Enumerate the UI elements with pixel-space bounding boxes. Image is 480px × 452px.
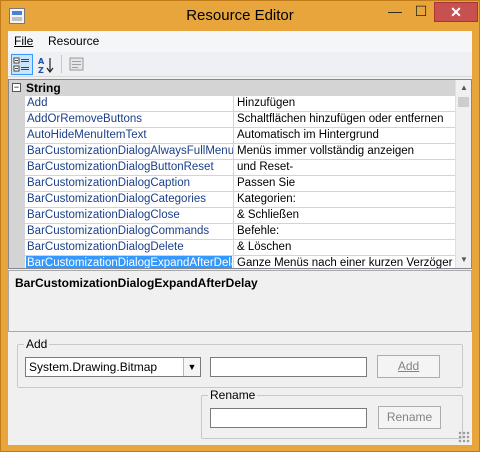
grid-row[interactable]: AutoHideMenuItemText Automatisch im Hint… [9, 128, 455, 144]
add-button-label: Add [397, 359, 420, 373]
column-divider [233, 192, 234, 208]
property-pages-icon [69, 57, 84, 71]
svg-text:Z: Z [38, 66, 44, 74]
dropdown-arrow-icon[interactable]: ▼ [183, 358, 200, 376]
property-value[interactable]: Schaltflächen hinzufügen oder entfernen [237, 113, 453, 125]
property-value[interactable]: und Reset- [237, 161, 453, 173]
grid-row[interactable]: AddOrRemoveButtons Schaltflächen hinzufü… [9, 112, 455, 128]
close-button[interactable]: ✕ [434, 2, 478, 22]
property-value[interactable]: & Löschen [237, 241, 453, 253]
column-divider [233, 160, 234, 176]
row-gutter [9, 240, 25, 256]
property-name: Add [27, 97, 48, 109]
rename-group-label: Rename [208, 388, 258, 402]
property-grid[interactable]: − String Add Hinzufügen AddOrRemoveButto… [8, 79, 472, 269]
column-divider [233, 128, 234, 144]
description-title: BarCustomizationDialogExpandAfterDelay [15, 276, 258, 290]
property-value[interactable]: Ganze Menüs nach einer kurzen Verzögerun… [237, 257, 453, 268]
add-button[interactable]: Add [377, 355, 440, 378]
grid-row-selected[interactable]: BarCustomizationDialogExpandAfterDela Ga… [9, 256, 455, 269]
grid-row[interactable]: BarCustomizationDialogButtonReset und Re… [9, 160, 455, 176]
category-row[interactable]: − String [9, 80, 455, 96]
row-gutter [9, 128, 25, 144]
row-gutter [9, 208, 25, 224]
column-divider [233, 256, 234, 268]
row-gutter [9, 224, 25, 240]
property-name: AutoHideMenuItemText [27, 129, 147, 141]
scroll-thumb[interactable] [458, 97, 469, 107]
collapse-icon[interactable]: − [12, 83, 21, 92]
column-divider [233, 176, 234, 192]
property-value[interactable]: Kategorien: [237, 193, 453, 205]
add-group-label: Add [24, 337, 50, 351]
column-divider [233, 144, 234, 160]
rename-groupbox: Rename Rename [201, 388, 463, 439]
grid-row[interactable]: BarCustomizationDialogCaption Passen Sie [9, 176, 455, 192]
column-divider [233, 96, 234, 112]
scroll-down-icon[interactable]: ▼ [456, 252, 471, 268]
categorized-view-button[interactable] [11, 54, 33, 75]
maximize-button[interactable]: ☐ [408, 2, 434, 22]
property-name: BarCustomizationDialogCommands [27, 225, 210, 237]
rename-input[interactable] [210, 408, 367, 428]
property-name: BarCustomizationDialogCaption [27, 177, 190, 189]
toolbar: A Z [8, 52, 472, 77]
sort-az-icon: A Z [38, 57, 54, 75]
alphabetical-sort-button[interactable]: A Z [35, 54, 57, 75]
grid-row[interactable]: BarCustomizationDialogAlwaysFullMenu Men… [9, 144, 455, 160]
property-value[interactable]: Passen Sie [237, 177, 453, 189]
property-value[interactable]: Automatisch im Hintergrund [237, 129, 453, 141]
description-pane: BarCustomizationDialogExpandAfterDelay [8, 270, 472, 332]
svg-text:A: A [38, 57, 45, 66]
client-area: File Resource A Z − String Add Hinzufüge… [8, 31, 472, 445]
column-divider [233, 208, 234, 224]
vertical-scrollbar[interactable]: ▲ ▼ [455, 80, 471, 268]
grid-row[interactable]: BarCustomizationDialogCommands Befehle: [9, 224, 455, 240]
minimize-button[interactable]: — [382, 2, 408, 22]
property-name: BarCustomizationDialogButtonReset [27, 161, 214, 173]
property-name: BarCustomizationDialogClose [27, 209, 180, 221]
categorized-icon [13, 57, 29, 72]
row-gutter [9, 112, 25, 128]
row-gutter [9, 192, 25, 208]
property-value[interactable]: Menüs immer vollständig anzeigen [237, 145, 453, 157]
resource-editor-window: Resource Editor — ☐ ✕ File Resource A Z … [0, 0, 480, 452]
property-pages-button[interactable] [66, 54, 88, 75]
property-name: AddOrRemoveButtons [27, 113, 143, 125]
row-gutter [9, 256, 25, 268]
menu-file[interactable]: File [14, 34, 33, 48]
row-gutter [9, 160, 25, 176]
toolbar-separator [61, 55, 62, 73]
property-name: BarCustomizationDialogExpandAfterDela [26, 256, 232, 269]
row-gutter [9, 96, 25, 112]
grid-row[interactable]: Add Hinzufügen [9, 96, 455, 112]
resource-type-value: System.Drawing.Bitmap [29, 360, 158, 374]
grid-row[interactable]: BarCustomizationDialogCategories Kategor… [9, 192, 455, 208]
resource-type-combobox[interactable]: System.Drawing.Bitmap ▼ [25, 357, 201, 377]
property-value[interactable]: Befehle: [237, 225, 453, 237]
menu-file-label: File [14, 34, 34, 48]
scroll-up-icon[interactable]: ▲ [456, 80, 471, 96]
column-divider [233, 224, 234, 240]
row-gutter [9, 176, 25, 192]
menu-resource[interactable]: Resource [48, 34, 99, 48]
property-name: BarCustomizationDialogCategories [27, 193, 206, 205]
column-divider [233, 112, 234, 128]
property-value[interactable]: & Schließen [237, 209, 453, 221]
rename-button[interactable]: Rename [378, 406, 441, 429]
grid-row[interactable]: BarCustomizationDialogDelete & Löschen [9, 240, 455, 256]
title-bar[interactable]: Resource Editor — ☐ ✕ [1, 1, 479, 31]
add-name-input[interactable] [210, 357, 367, 377]
add-groupbox: Add System.Drawing.Bitmap ▼ Add [17, 337, 463, 388]
property-value[interactable]: Hinzufügen [237, 97, 453, 109]
column-divider [233, 240, 234, 256]
menu-resource-label: Resource [48, 34, 100, 48]
grid-row[interactable]: BarCustomizationDialogClose & Schließen [9, 208, 455, 224]
menu-bar: File Resource [8, 31, 472, 52]
property-name: BarCustomizationDialogAlwaysFullMenu [27, 145, 233, 157]
row-gutter [9, 144, 25, 160]
resize-grip-icon[interactable] [458, 431, 470, 443]
property-name: BarCustomizationDialogDelete [27, 241, 184, 253]
category-label: String [26, 81, 61, 95]
